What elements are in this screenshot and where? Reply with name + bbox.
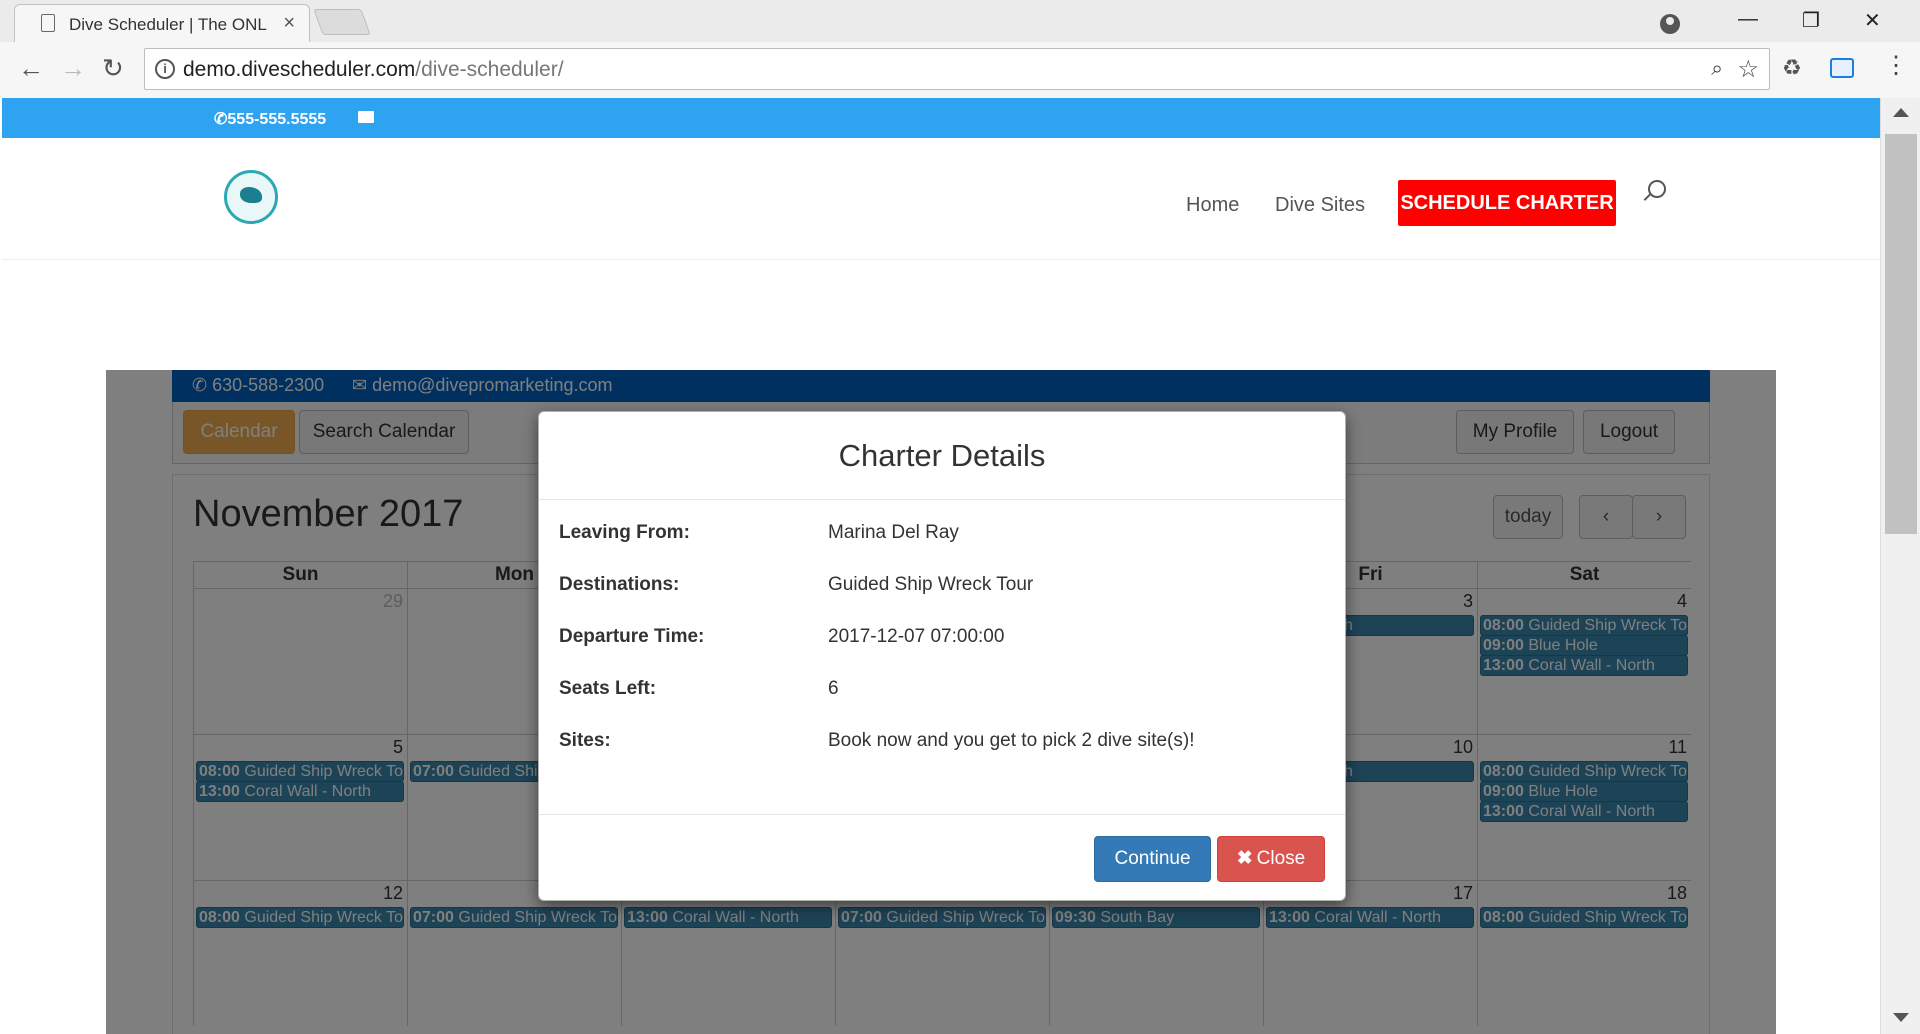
zoom-icon[interactable]: ⌕ (1711, 57, 1723, 81)
close-button[interactable]: ✖ Close (1217, 836, 1325, 882)
leaving-from-value: Marina Del Ray (828, 522, 959, 543)
browser-tab[interactable]: Dive Scheduler | The ONL × (14, 4, 310, 42)
search-icon[interactable] (1648, 180, 1666, 198)
seats-left-label: Seats Left: (559, 678, 657, 699)
address-bar[interactable]: i demo.divescheduler.com/dive-scheduler/… (144, 48, 1770, 90)
modal-header: Charter Details (539, 412, 1345, 500)
sites-value: Book now and you get to pick 2 dive site… (828, 730, 1195, 751)
seats-left-value: 6 (828, 678, 839, 699)
tab-close-icon[interactable]: × (283, 13, 295, 33)
destinations-value: Guided Ship Wreck Tour (828, 574, 1034, 595)
close-x-icon: ✖ (1236, 848, 1253, 869)
site-phone[interactable]: ✆555-555.5555 (214, 109, 326, 129)
site-phone-number: 555-555.5555 (227, 111, 327, 128)
url-text: demo.divescheduler.com/dive-scheduler/ (183, 58, 564, 82)
minimize-icon[interactable]: — (1738, 8, 1758, 31)
bookmark-star-icon[interactable]: ☆ (1737, 55, 1759, 84)
site-info-icon[interactable]: i (155, 59, 175, 79)
scrollbar-thumb[interactable] (1885, 134, 1917, 534)
mail-icon[interactable] (358, 111, 374, 123)
browser-toolbar: ← → ↻ i demo.divescheduler.com/dive-sche… (0, 42, 1920, 98)
profile-icon[interactable] (1660, 14, 1680, 34)
url-path: /dive-scheduler/ (415, 58, 564, 81)
sites-label: Sites: (559, 730, 611, 751)
scroll-down-icon[interactable] (1893, 1013, 1909, 1022)
url-domain: demo.divescheduler.com (183, 58, 416, 81)
back-icon[interactable]: ← (18, 53, 44, 83)
browser-menu-icon[interactable]: ⋮ (1884, 52, 1908, 80)
modal-footer: Continue ✖ Close (539, 814, 1345, 900)
extension-icon[interactable] (1830, 58, 1854, 78)
continue-button[interactable]: Continue (1094, 836, 1211, 882)
tab-title: Dive Scheduler | The ONL (69, 15, 267, 34)
restore-icon[interactable]: ❐ (1802, 8, 1820, 33)
modal-title: Charter Details (838, 438, 1046, 473)
nav-home-link[interactable]: Home (1186, 194, 1239, 217)
document-icon (41, 14, 55, 32)
browser-chrome: Dive Scheduler | The ONL × — ❐ ✕ ← → ↻ i… (0, 0, 1920, 98)
window-close-icon[interactable]: ✕ (1864, 8, 1881, 33)
nav-dive-sites-link[interactable]: Dive Sites (1275, 194, 1365, 217)
recycle-extension-icon[interactable]: ♻ (1782, 55, 1802, 81)
leaving-from-label: Leaving From: (559, 522, 690, 543)
tab-strip: Dive Scheduler | The ONL × — ❐ ✕ (0, 0, 1920, 42)
destinations-label: Destinations: (559, 574, 680, 595)
site-header: Home Dive Sites SCHEDULE CHARTER (2, 138, 1880, 260)
site-logo[interactable] (224, 170, 278, 224)
page-scrollbar[interactable] (1880, 98, 1920, 1034)
charter-details-modal: Charter Details Leaving From: Marina Del… (538, 411, 1346, 901)
departure-time-label: Departure Time: (559, 626, 705, 647)
schedule-charter-button[interactable]: SCHEDULE CHARTER (1398, 180, 1616, 226)
scroll-up-icon[interactable] (1893, 108, 1909, 117)
departure-time-value: 2017-12-07 07:00:00 (828, 626, 1005, 647)
phone-icon: ✆ (214, 111, 228, 128)
close-button-label: Close (1256, 848, 1306, 869)
forward-icon[interactable]: → (60, 53, 86, 83)
new-tab-button[interactable] (313, 9, 371, 35)
site-top-bar: ✆555-555.5555 (2, 98, 1880, 138)
reload-icon[interactable]: ↻ (102, 53, 124, 83)
